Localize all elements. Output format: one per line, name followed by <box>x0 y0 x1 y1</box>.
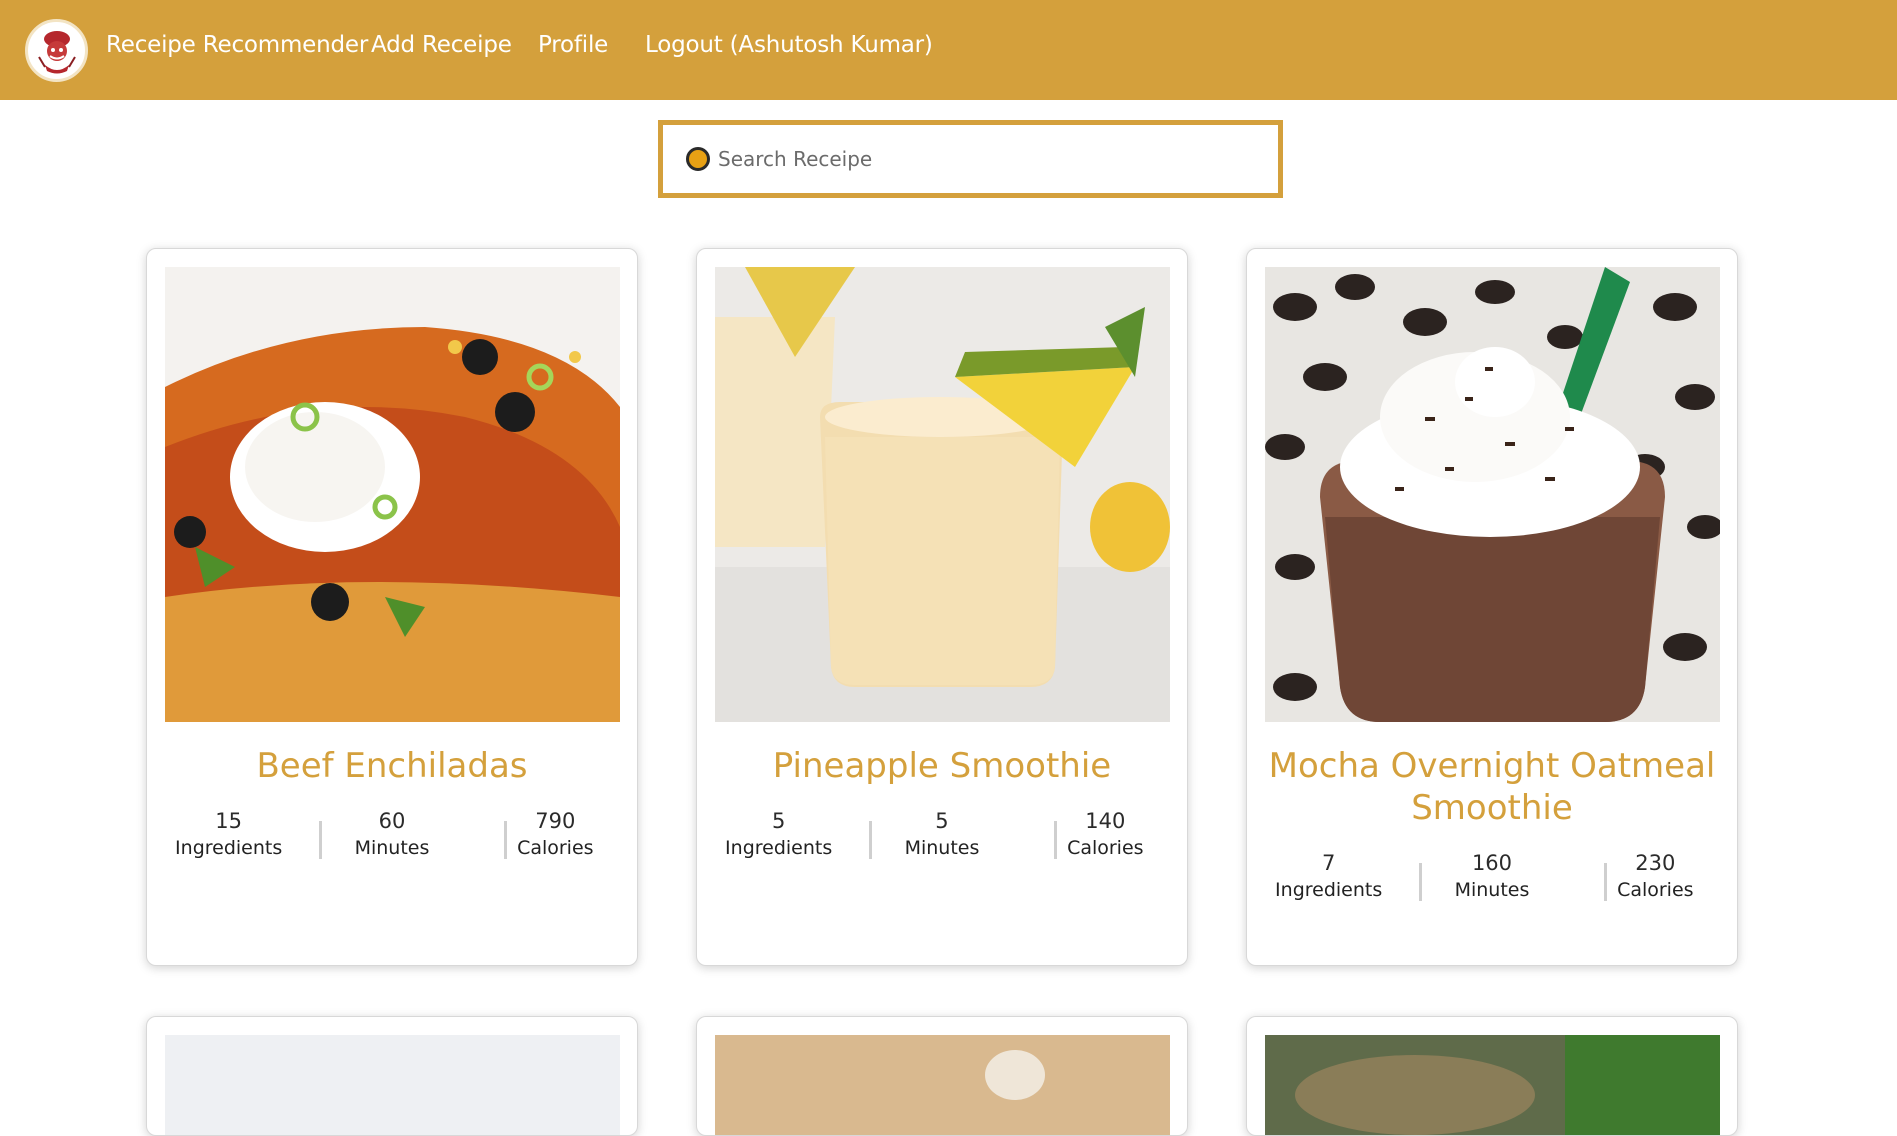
stat-ingredients: 7 Ingredients <box>1247 850 1410 904</box>
stat-divider <box>1054 821 1057 859</box>
ingredients-label: Ingredients <box>725 837 833 859</box>
recipe-image-mocha-smoothie[interactable] <box>1265 267 1720 722</box>
calories-label: Calories <box>1067 837 1144 859</box>
recipe-card[interactable] <box>696 1016 1188 1136</box>
stat-ingredients: 5 Ingredients <box>697 808 860 862</box>
stat-divider <box>869 821 872 859</box>
calories-count: 790 <box>535 809 576 833</box>
recipe-title[interactable]: Beef Enchiladas <box>147 745 637 787</box>
minutes-label: Minutes <box>904 837 980 859</box>
minutes-count: 5 <box>935 809 949 833</box>
nav-add-receipe-link[interactable]: Add Receipe <box>371 32 512 58</box>
minutes-label: Minutes <box>1454 879 1530 901</box>
recipe-card[interactable]: Beef Enchiladas 15 Ingredients 60 Minutes … <box>146 248 638 966</box>
recipe-stats: 5 Ingredients 5 Minutes 140 Calories <box>697 808 1187 862</box>
recipe-card[interactable]: Mocha Overnight Oatmeal Smoothie 7 Ingred… <box>1246 248 1738 966</box>
stat-calories: 230 Calories <box>1574 850 1737 904</box>
recipe-title[interactable]: Mocha Overnight Oatmeal Smoothie <box>1247 745 1737 829</box>
recipe-stats: 15 Ingredients 60 Minutes 790 Calories <box>147 808 637 862</box>
search-box <box>658 120 1283 198</box>
recipe-stats: 7 Ingredients 160 Minutes 230 Calories <box>1247 850 1737 904</box>
ingredients-count: 7 <box>1321 851 1336 875</box>
recipe-image-pineapple-smoothie[interactable] <box>715 267 1170 722</box>
ingredients-label: Ingredients <box>175 837 283 859</box>
stat-divider <box>1604 863 1607 901</box>
recipe-card[interactable] <box>146 1016 638 1136</box>
calories-label: Calories <box>517 837 594 859</box>
search-input[interactable] <box>718 147 1238 171</box>
stat-minutes: 5 Minutes <box>860 808 1023 862</box>
ingredients-label: Ingredients <box>1275 879 1383 901</box>
ingredients-count: 5 <box>771 809 786 833</box>
nav-profile-link[interactable]: Profile <box>538 32 608 58</box>
ingredients-count: 15 <box>215 809 243 833</box>
nav-logout-link[interactable]: Logout (Ashutosh Kumar) <box>645 32 933 58</box>
minutes-count: 160 <box>1471 851 1513 875</box>
recipe-card[interactable]: Pineapple Smoothie 5 Ingredients 5 Minutes… <box>696 248 1188 966</box>
recipe-image[interactable] <box>1265 1035 1720 1135</box>
minutes-label: Minutes <box>354 837 430 859</box>
nav-brand-link[interactable]: Receipe Recommender <box>106 32 368 58</box>
top-navbar: Receipe Recommender Add Receipe Profile … <box>0 0 1897 100</box>
recipe-image[interactable] <box>715 1035 1170 1135</box>
stat-ingredients: 15 Ingredients <box>147 808 310 862</box>
calories-count: 140 <box>1085 809 1126 833</box>
stat-divider <box>319 821 322 859</box>
stat-minutes: 60 Minutes <box>310 808 473 862</box>
recipe-image[interactable] <box>165 1035 620 1135</box>
recipe-title[interactable]: Pineapple Smoothie <box>697 745 1187 787</box>
stat-calories: 790 Calories <box>474 808 637 862</box>
stat-calories: 140 Calories <box>1024 808 1187 862</box>
stat-divider <box>1419 863 1422 901</box>
recipe-image-beef-enchiladas[interactable] <box>165 267 620 722</box>
chef-logo-icon[interactable] <box>25 19 88 82</box>
recipe-card[interactable] <box>1246 1016 1738 1136</box>
stat-minutes: 160 Minutes <box>1410 850 1573 904</box>
calories-label: Calories <box>1617 879 1694 901</box>
stat-divider <box>504 821 507 859</box>
calories-count: 230 <box>1635 851 1676 875</box>
minutes-count: 60 <box>378 809 406 833</box>
search-icon <box>686 147 710 171</box>
